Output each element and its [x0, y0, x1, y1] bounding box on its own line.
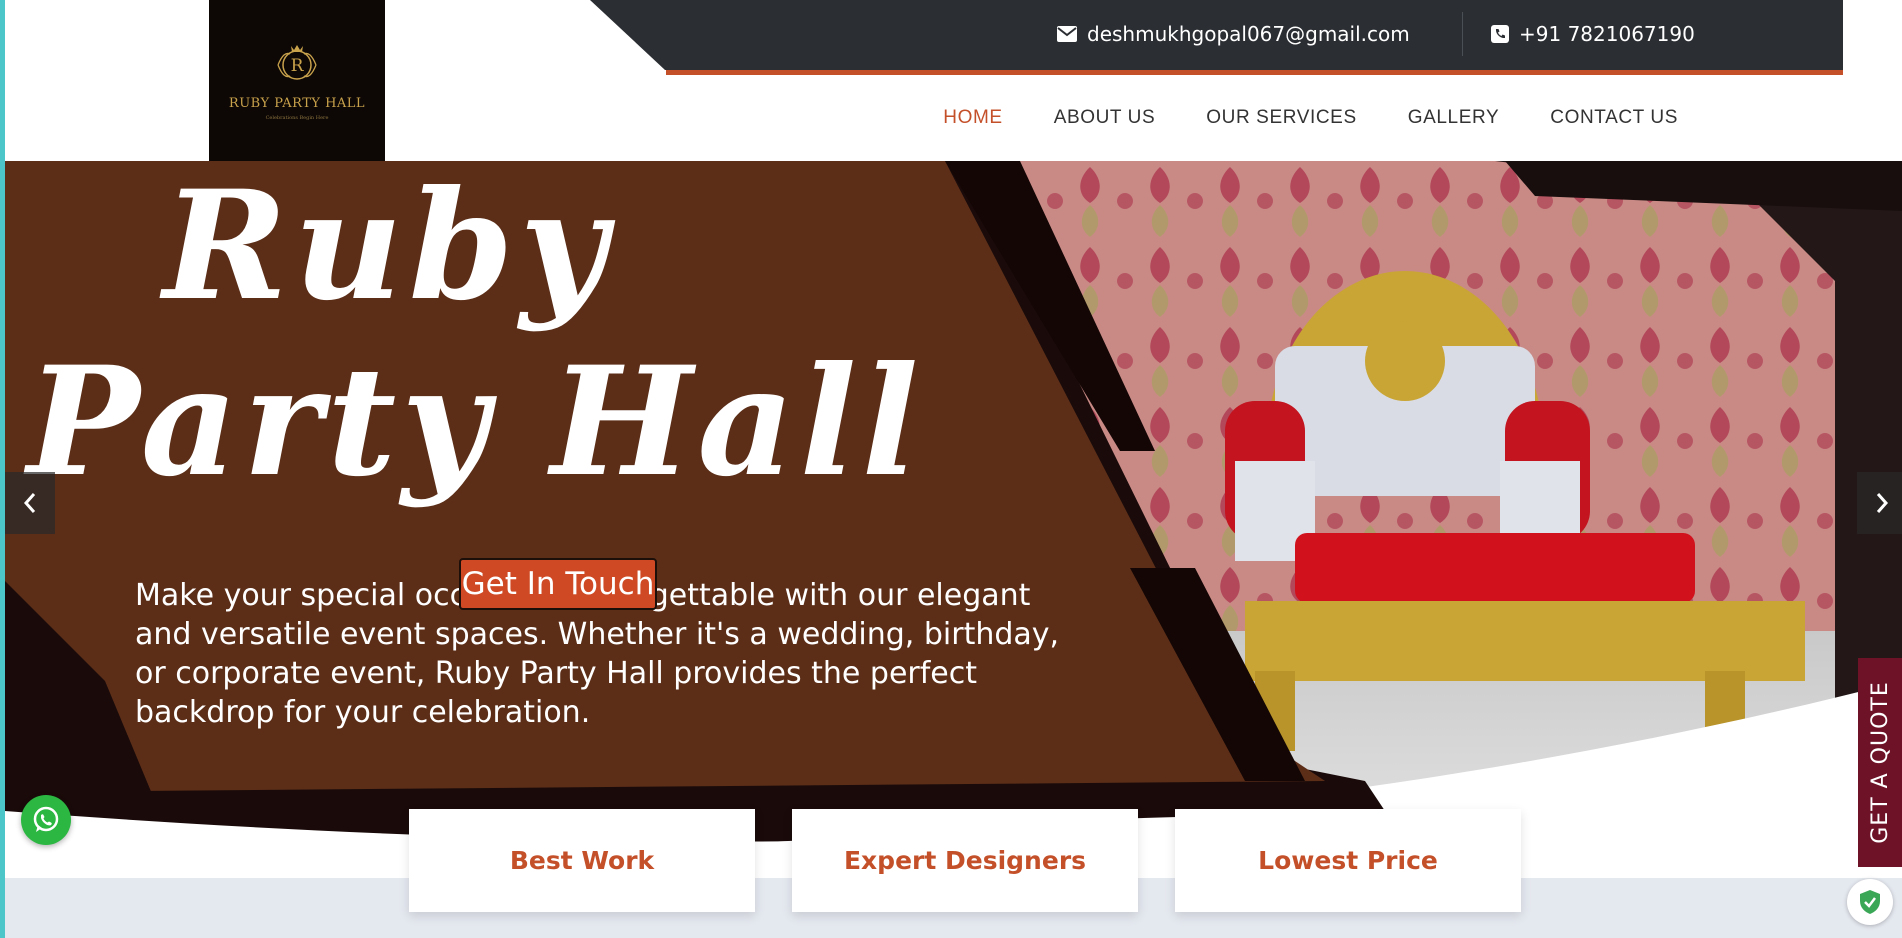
feature-card-lowest-price: Lowest Price	[1175, 809, 1521, 912]
feature-label: Expert Designers	[843, 846, 1087, 875]
get-in-touch-button[interactable]: Get In Touch	[459, 558, 657, 610]
main-nav: HOME ABOUT US OUR SERVICES GALLERY CONTA…	[943, 107, 1678, 129]
slider-prev-button[interactable]	[5, 472, 55, 534]
nav-home[interactable]: HOME	[943, 107, 1002, 129]
frame-edge	[0, 0, 5, 938]
get-a-quote-label: GET A QUOTE	[1867, 681, 1893, 844]
whatsapp-icon	[33, 806, 59, 832]
email-text: deshmukhgopal067@gmail.com	[1087, 22, 1410, 46]
get-a-quote-tab[interactable]: GET A QUOTE	[1858, 658, 1902, 867]
crest-icon: R	[277, 45, 317, 80]
feature-card-expert-designers: Expert Designers	[792, 809, 1138, 912]
nav-gallery[interactable]: GALLERY	[1408, 107, 1500, 129]
envelope-icon	[1057, 26, 1077, 42]
nav-our-services[interactable]: OUR SERVICES	[1206, 107, 1356, 129]
contact-bar-accent	[666, 70, 1843, 75]
contact-phone[interactable]: +91 7821067190	[1491, 22, 1695, 46]
phone-text: +91 7821067190	[1519, 22, 1695, 46]
chevron-left-icon	[23, 493, 36, 513]
contact-email[interactable]: deshmukhgopal067@gmail.com	[1057, 22, 1410, 46]
site-logo[interactable]: R RUBY PARTY HALL Celebrations Begin Her…	[209, 0, 385, 161]
feature-card-best-work: Best Work	[409, 809, 755, 912]
feature-label: Lowest Price	[1258, 846, 1438, 875]
hero-slider: Ruby Party Hall Make your special occasi…	[5, 161, 1902, 878]
nav-about-us[interactable]: ABOUT US	[1054, 107, 1156, 129]
slider-next-button[interactable]	[1857, 472, 1902, 534]
shield-check-icon	[1860, 890, 1880, 914]
security-badge[interactable]	[1847, 879, 1893, 925]
nav-contact-us[interactable]: CONTACT US	[1550, 107, 1678, 129]
logo-name: RUBY PARTY HALL	[228, 96, 366, 111]
phone-icon	[1491, 25, 1509, 43]
feature-label: Best Work	[509, 846, 655, 875]
whatsapp-button[interactable]	[21, 795, 71, 845]
hero-title-line2: Party Hall	[27, 334, 924, 510]
chevron-right-icon	[1876, 493, 1889, 513]
logo-monogram: R	[291, 56, 305, 76]
logo-tagline: Celebrations Begin Here	[265, 115, 329, 121]
contact-divider	[1462, 12, 1463, 56]
hero-title-line1: Ruby	[163, 161, 613, 334]
